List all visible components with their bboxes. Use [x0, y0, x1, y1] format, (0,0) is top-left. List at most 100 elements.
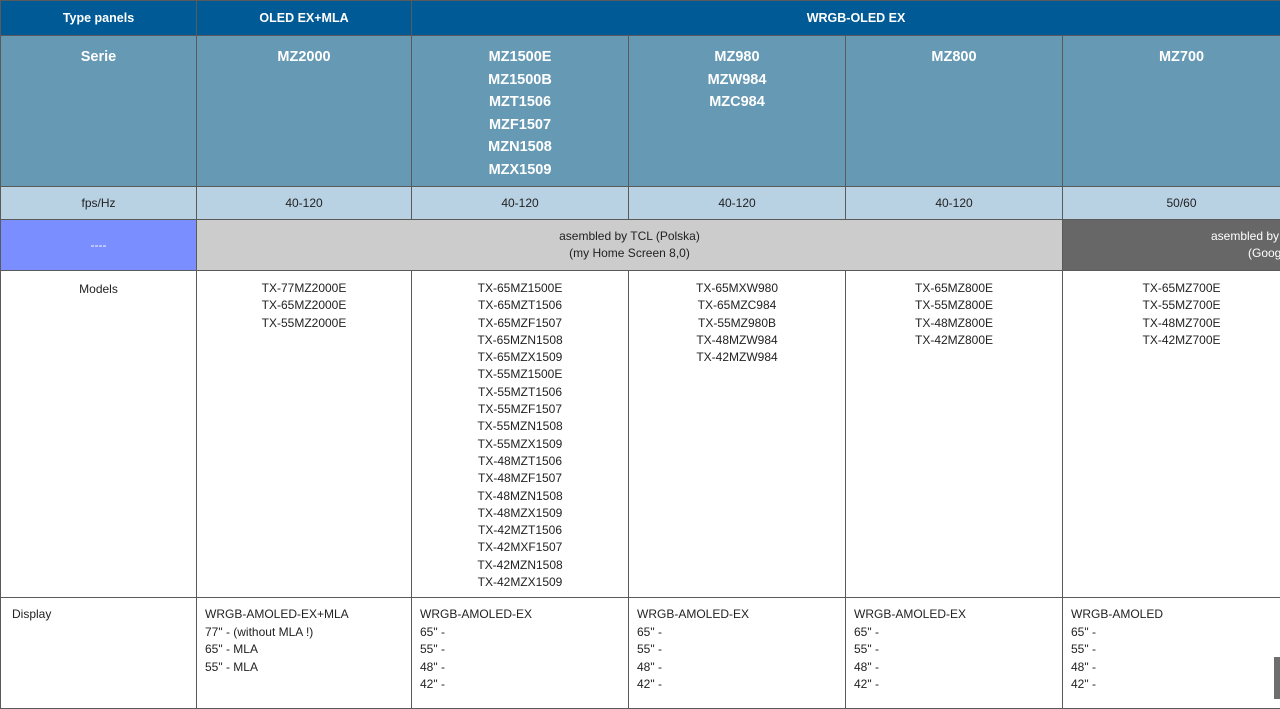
- model-number: TX-42MZ800E: [846, 332, 1062, 349]
- display-spec: 55" - MLA: [205, 659, 411, 677]
- model-number: TX-42MZ700E: [1063, 332, 1280, 349]
- model-number: TX-55MZX1509: [412, 436, 628, 453]
- model-number: TX-48MZN1508: [412, 488, 628, 505]
- serie-mz980-cell: MZ980MZW984MZC984: [629, 36, 846, 187]
- serie-row: Serie MZ2000 MZ1500EMZ1500BMZT1506MZF150…: [1, 36, 1280, 187]
- assembly-other-text: asembled by T: [1211, 228, 1280, 245]
- serie-name: MZ1500E: [412, 46, 628, 69]
- assembly-other-cell: asembled by T (Goog: [1063, 220, 1280, 271]
- model-number: TX-55MZ1500E: [412, 366, 628, 383]
- models-mz1500-cell: TX-65MZ1500ETX-65MZT1506TX-65MZF1507TX-6…: [412, 271, 629, 598]
- models-label: Models: [1, 281, 196, 298]
- model-number: TX-42MZX1509: [412, 574, 628, 591]
- serie-name: MZ1500B: [412, 69, 628, 92]
- display-spec: 65" -: [637, 624, 845, 642]
- assembly-other-os-text: (Goog: [1211, 245, 1280, 262]
- serie-name: MZT1506: [412, 91, 628, 114]
- serie-name: MZ700: [1063, 46, 1280, 69]
- model-number: TX-55MZ700E: [1063, 297, 1280, 314]
- fps-value: 40-120: [412, 187, 629, 220]
- model-number: TX-42MZW984: [629, 349, 845, 366]
- model-number: TX-55MZ980B: [629, 315, 845, 332]
- display-spec: 48" -: [854, 659, 1062, 677]
- models-mz800-cell: TX-65MZ800ETX-55MZ800ETX-48MZ800ETX-42MZ…: [846, 271, 1063, 598]
- fps-row: fps/Hz 40-120 40-120 40-120 40-120 50/60: [1, 187, 1280, 220]
- display-mz800-cell: WRGB-AMOLED-EX65" -55" -48" -42" -: [846, 598, 1063, 709]
- display-spec: 55" -: [1071, 641, 1280, 659]
- fps-label: fps/Hz: [1, 187, 197, 220]
- serie-name: MZC984: [629, 91, 845, 114]
- display-spec: WRGB-AMOLED: [1071, 606, 1280, 624]
- models-label-cell: Models: [1, 271, 197, 598]
- model-number: TX-48MZW984: [629, 332, 845, 349]
- serie-mz2000-cell: MZ2000: [197, 36, 412, 187]
- model-number: TX-55MZN1508: [412, 418, 628, 435]
- model-number: TX-65MZ800E: [846, 280, 1062, 297]
- model-number: TX-55MZ2000E: [197, 315, 411, 332]
- model-number: TX-48MZF1507: [412, 470, 628, 487]
- fps-value: 40-120: [846, 187, 1063, 220]
- panel-comparison-table: Type panels OLED EX+MLA WRGB-OLED EX Ser…: [0, 0, 1280, 709]
- serie-mz700-cell: MZ700: [1063, 36, 1280, 187]
- serie-name: MZ2000: [197, 46, 411, 69]
- serie-mz1500-cell: MZ1500EMZ1500BMZT1506MZF1507MZN1508MZX15…: [412, 36, 629, 187]
- fps-value: 40-120: [197, 187, 412, 220]
- model-number: TX-65MZC984: [629, 297, 845, 314]
- type-panels-label: Type panels: [1, 1, 197, 36]
- display-spec: 55" -: [854, 641, 1062, 659]
- display-spec: WRGB-AMOLED-EX: [637, 606, 845, 624]
- model-number: TX-48MZT1506: [412, 453, 628, 470]
- serie-name: MZF1507: [412, 114, 628, 137]
- serie-name: MZ980: [629, 46, 845, 69]
- models-row: Models TX-77MZ2000ETX-65MZ2000ETX-55MZ20…: [1, 271, 1280, 598]
- model-number: TX-48MZX1509: [412, 505, 628, 522]
- serie-name: MZ800: [846, 46, 1062, 69]
- display-spec: 42" -: [637, 676, 845, 694]
- models-mz980-cell: TX-65MXW980TX-65MZC984TX-55MZ980BTX-48MZ…: [629, 271, 846, 598]
- fps-value: 50/60: [1063, 187, 1280, 220]
- serie-name: MZN1508: [412, 136, 628, 159]
- display-spec: 77" - (without MLA !): [205, 624, 411, 642]
- model-number: TX-65MZX1509: [412, 349, 628, 366]
- model-number: TX-65MZ1500E: [412, 280, 628, 297]
- models-mz700-cell: TX-65MZ700ETX-55MZ700ETX-48MZ700ETX-42MZ…: [1063, 271, 1280, 598]
- model-number: TX-65MZN1508: [412, 332, 628, 349]
- display-spec: 42" -: [420, 676, 628, 694]
- model-number: TX-65MZ700E: [1063, 280, 1280, 297]
- display-mz2000-cell: WRGB-AMOLED-EX+MLA77" - (without MLA !)6…: [197, 598, 412, 709]
- display-mz700-cell: WRGB-AMOLED65" -55" -48" -42" -: [1063, 598, 1280, 709]
- display-spec: 42" -: [1071, 676, 1280, 694]
- display-spec: 65" - MLA: [205, 641, 411, 659]
- assembly-label: ----: [1, 220, 197, 271]
- display-label-cell: Display: [1, 598, 197, 709]
- assembly-row: ---- asembled by TCL (Polska) (my Home S…: [1, 220, 1280, 271]
- model-number: TX-65MZT1506: [412, 297, 628, 314]
- model-number: TX-42MZN1508: [412, 557, 628, 574]
- model-number: TX-55MZ800E: [846, 297, 1062, 314]
- assembly-tcl-os-text: (my Home Screen 8,0): [197, 245, 1062, 262]
- model-number: TX-65MZ2000E: [197, 297, 411, 314]
- model-number: TX-65MXW980: [629, 280, 845, 297]
- serie-name: MZX1509: [412, 159, 628, 182]
- display-label: Display: [12, 606, 196, 624]
- oled-ex-mla-header: OLED EX+MLA: [197, 1, 412, 36]
- display-row: Display WRGB-AMOLED-EX+MLA77" - (without…: [1, 598, 1280, 709]
- model-number: TX-42MXF1507: [412, 539, 628, 556]
- assembly-tcl-text: asembled by TCL (Polska): [197, 228, 1062, 245]
- scrollbar-thumb[interactable]: [1274, 657, 1280, 699]
- model-number: TX-48MZ700E: [1063, 315, 1280, 332]
- wrgb-oled-ex-header: WRGB-OLED EX: [412, 1, 1280, 36]
- display-spec: WRGB-AMOLED-EX+MLA: [205, 606, 411, 624]
- display-spec: 48" -: [420, 659, 628, 677]
- display-spec: 48" -: [1071, 659, 1280, 677]
- model-number: TX-55MZT1506: [412, 384, 628, 401]
- display-spec: 42" -: [854, 676, 1062, 694]
- assembly-tcl-cell: asembled by TCL (Polska) (my Home Screen…: [197, 220, 1063, 271]
- model-number: TX-65MZF1507: [412, 315, 628, 332]
- display-spec: WRGB-AMOLED-EX: [420, 606, 628, 624]
- display-mz980-cell: WRGB-AMOLED-EX65" -55" -48" -42" -: [629, 598, 846, 709]
- display-spec: 48" -: [637, 659, 845, 677]
- fps-value: 40-120: [629, 187, 846, 220]
- serie-mz800-cell: MZ800: [846, 36, 1063, 187]
- display-spec: 65" -: [1071, 624, 1280, 642]
